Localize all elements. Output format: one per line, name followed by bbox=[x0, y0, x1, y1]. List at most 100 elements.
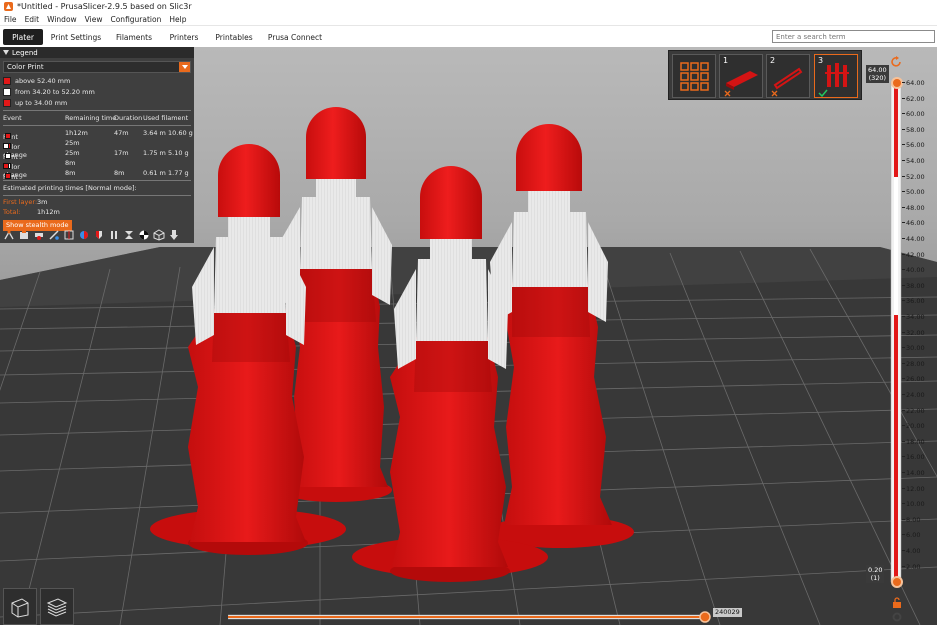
layer-tick bbox=[902, 160, 905, 161]
lock-icon[interactable] bbox=[891, 597, 903, 609]
menu-edit[interactable]: Edit bbox=[25, 15, 40, 24]
layer-tick bbox=[902, 331, 905, 333]
cube-icon bbox=[11, 597, 29, 618]
event-remaining: 25m bbox=[65, 149, 80, 157]
layer-tick-label: 36.00 bbox=[906, 297, 925, 306]
legend-header[interactable]: Legend bbox=[0, 47, 194, 58]
range-label: up to 34.00 mm bbox=[15, 98, 68, 107]
top-thumb[interactable] bbox=[891, 77, 903, 89]
travel-icon[interactable] bbox=[2, 229, 15, 242]
center-of-gravity-icon[interactable] bbox=[137, 229, 150, 242]
first-layer-time: First layer: 3m bbox=[0, 198, 194, 208]
tab-printers[interactable]: Printers bbox=[166, 29, 202, 45]
total-label: Total: bbox=[3, 208, 21, 216]
3d-view-button[interactable] bbox=[3, 588, 37, 625]
tool-changes-icon[interactable] bbox=[77, 229, 90, 242]
search-input[interactable] bbox=[772, 30, 935, 43]
move-slider-track bbox=[227, 611, 711, 623]
event-length: 1.75 m bbox=[143, 149, 166, 157]
layer-tick bbox=[902, 378, 905, 380]
menu-configuration[interactable]: Configuration bbox=[110, 15, 161, 24]
divider bbox=[3, 195, 191, 196]
layers-icon bbox=[46, 597, 68, 617]
legend-panel: Legend Color Print above 52.40 mm from 3… bbox=[0, 47, 194, 243]
layer-tick bbox=[902, 362, 905, 364]
arrange-option-3[interactable]: 3 bbox=[814, 54, 858, 98]
layer-tick-label: 14.00 bbox=[906, 469, 925, 477]
layer-slider[interactable]: 64.00 (320) 0.20 (1) 64.00 62.00 60.00 58.0… bbox=[862, 55, 937, 625]
arrange-option-2[interactable]: 2 bbox=[766, 54, 810, 98]
arrange-option-1[interactable]: 1 bbox=[719, 54, 763, 98]
events-header: Event Remaining time Duration Used filam… bbox=[0, 113, 194, 123]
estimate-label: Estimated printing times [Normal mode]: bbox=[3, 184, 137, 192]
menu-view[interactable]: View bbox=[85, 15, 103, 24]
tab-printables[interactable]: Printables bbox=[213, 29, 255, 45]
seams-icon[interactable] bbox=[62, 229, 75, 242]
layer-tick-label: 18.00 bbox=[906, 437, 925, 446]
shells-icon[interactable] bbox=[152, 229, 165, 242]
layer-tick bbox=[902, 425, 905, 427]
collapse-triangle-icon[interactable] bbox=[3, 50, 9, 55]
pause-prints-icon[interactable] bbox=[107, 229, 120, 242]
arrange-grid-button[interactable] bbox=[672, 54, 716, 98]
event-remaining: 8m bbox=[65, 159, 76, 167]
event-length: 3.64 m bbox=[143, 129, 166, 137]
custom-gcodes-icon[interactable] bbox=[122, 229, 135, 242]
layer-tick-label: 28.00 bbox=[906, 359, 925, 368]
view-type-select[interactable]: Color Print bbox=[3, 61, 191, 73]
layer-tick-label: 24.00 bbox=[906, 391, 925, 399]
range-label: above 52.40 mm bbox=[15, 76, 71, 85]
prusaslicer-logo-icon bbox=[4, 2, 13, 11]
column-used-filament: Used filament bbox=[143, 114, 189, 122]
color-changes-icon[interactable] bbox=[92, 229, 105, 242]
layer-tick-label: 2.00 bbox=[906, 562, 921, 571]
bottom-thumb[interactable] bbox=[891, 576, 903, 588]
layer-tick bbox=[902, 222, 905, 224]
layer-tick-label: 4.00 bbox=[906, 547, 921, 555]
preview-button[interactable] bbox=[40, 588, 74, 625]
layer-tick bbox=[902, 82, 905, 83]
layer-tick bbox=[902, 97, 905, 99]
option-number: 1 bbox=[723, 56, 729, 65]
range-label: from 34.20 to 52.20 mm bbox=[15, 87, 95, 96]
move-slider[interactable] bbox=[227, 611, 711, 623]
deretractions-icon[interactable] bbox=[47, 229, 60, 242]
layer-tick bbox=[902, 534, 905, 536]
layer-tick-label: 54.00 bbox=[906, 157, 925, 165]
settings-cog-icon[interactable] bbox=[891, 611, 903, 623]
layer-tick-label: 40.00 bbox=[906, 266, 925, 275]
layer-tick-label: 58.00 bbox=[906, 125, 925, 134]
wipe-icon[interactable] bbox=[17, 229, 30, 242]
menu-help[interactable]: Help bbox=[169, 15, 186, 24]
color-swatch bbox=[3, 87, 11, 96]
tool-marker-icon[interactable] bbox=[167, 229, 180, 242]
tab-prusa-connect[interactable]: Prusa Connect bbox=[266, 29, 324, 45]
event-duration: 47m bbox=[114, 129, 129, 137]
color-swatch bbox=[3, 76, 11, 85]
top-layer-height: 64.00 bbox=[868, 66, 887, 74]
tab-print-settings[interactable]: Print Settings bbox=[50, 29, 102, 45]
menu-file[interactable]: File bbox=[4, 15, 17, 24]
event-row: Print 8m 8m 0.61 m 1.77 g bbox=[0, 168, 194, 181]
dropdown-arrow-icon[interactable] bbox=[179, 62, 190, 72]
grid-arrange-icon bbox=[680, 62, 709, 91]
revert-icon[interactable] bbox=[890, 55, 904, 69]
first-layer-label: First layer: bbox=[3, 198, 38, 206]
retractions-icon[interactable] bbox=[32, 229, 45, 242]
layer-tick-label: 38.00 bbox=[906, 281, 925, 290]
layer-tick bbox=[902, 128, 905, 130]
layer-tick bbox=[902, 269, 905, 271]
menu-window[interactable]: Window bbox=[47, 15, 77, 24]
total-time: Total: 1h12m bbox=[0, 208, 194, 218]
layer-tick bbox=[902, 394, 905, 395]
layer-tick-label: 48.00 bbox=[906, 203, 925, 212]
layer-tick-label: 6.00 bbox=[906, 531, 921, 540]
first-layer-value: 3m bbox=[37, 198, 48, 206]
move-thumb[interactable] bbox=[699, 611, 711, 623]
option-number: 3 bbox=[818, 56, 824, 65]
event-remaining: 8m bbox=[65, 169, 76, 177]
layer-tick bbox=[902, 253, 905, 255]
tab-filaments[interactable]: Filaments bbox=[112, 29, 156, 45]
layer-tick bbox=[902, 456, 905, 458]
tab-plater[interactable]: Plater bbox=[3, 29, 43, 45]
